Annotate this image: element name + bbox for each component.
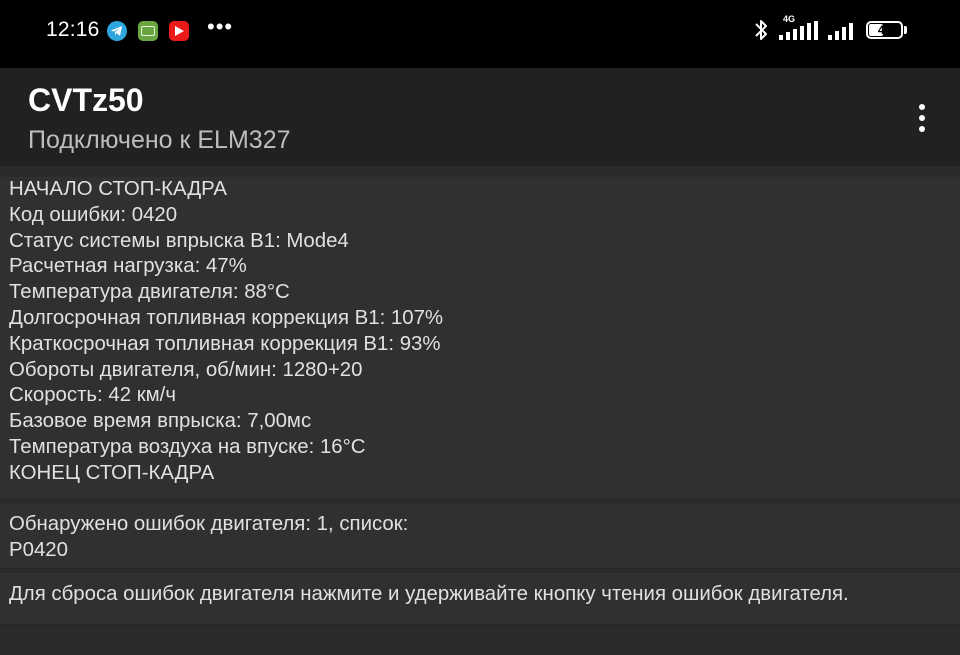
freeze-frame-line: Код ошибки: 0420 [9,203,178,226]
error-list-line: P0420 [9,538,68,561]
status-bar: 12:16 ••• 4G 46 [0,0,960,68]
freeze-frame-line: Скорость: 42 км/ч [9,384,176,407]
telegram-icon [107,21,127,41]
youtube-icon [169,21,189,41]
freeze-frame-line: Температура воздуха на впуске: 16°C [9,435,366,458]
reset-hint-item[interactable]: Для сброса ошибок двигателя нажмите и уд… [0,573,960,625]
content-area: НАЧАЛО СТОП-КАДРА Код ошибки: 0420 Статус … [0,166,960,655]
overflow-menu-icon[interactable] [906,102,938,134]
more-notifications-indicator: ••• [207,14,234,39]
freeze-frame-line: Долгосрочная топливная коррекция B1: 107… [9,306,444,329]
clock: 12:16 [46,18,100,41]
error-list-lines: Обнаружено ошибок двигателя: 1, список: P… [9,512,960,564]
battery-icon: 46 [866,21,903,39]
error-list-item[interactable]: Обнаружено ошибок двигателя: 1, список: P… [0,503,960,569]
freeze-frame-line: Температура двигателя: 88°C [9,281,290,304]
gallery-icon [138,21,158,41]
reset-hint-text: Для сброса ошибок двигателя нажмите и уд… [9,583,849,605]
signal-icon [779,21,818,40]
battery-label: 46 [877,23,892,37]
app-bar: CVTz50 Подключено к ELM327 [0,68,960,166]
app-title: CVTz50 [28,82,144,118]
bluetooth-icon [755,20,767,40]
battery-tip [904,26,907,34]
freeze-frame-lines: НАЧАЛО СТОП-КАДРА Код ошибки: 0420 Статус … [9,177,960,487]
freeze-frame-line: Обороты двигателя, об/мин: 1280+20 [9,358,363,381]
freeze-frame-line: КОНЕЦ СТОП-КАДРА [9,461,215,484]
freeze-frame-line: Расчетная нагрузка: 47% [9,255,247,278]
freeze-frame-line: Статус системы впрыска B1: Mode4 [9,229,349,252]
freeze-frame-line: НАЧАЛО СТОП-КАДРА [9,178,227,200]
connection-status: Подключено к ELM327 [28,126,291,154]
freeze-frame-line: Краткосрочная топливная коррекция B1: 93… [9,332,441,355]
freeze-frame-item[interactable]: НАЧАЛО СТОП-КАДРА Код ошибки: 0420 Статус … [0,177,960,500]
signal-icon [828,23,853,40]
freeze-frame-line: Базовое время впрыска: 7,00мс [9,410,312,433]
error-list-line: Обнаружено ошибок двигателя: 1, список: [9,513,409,535]
